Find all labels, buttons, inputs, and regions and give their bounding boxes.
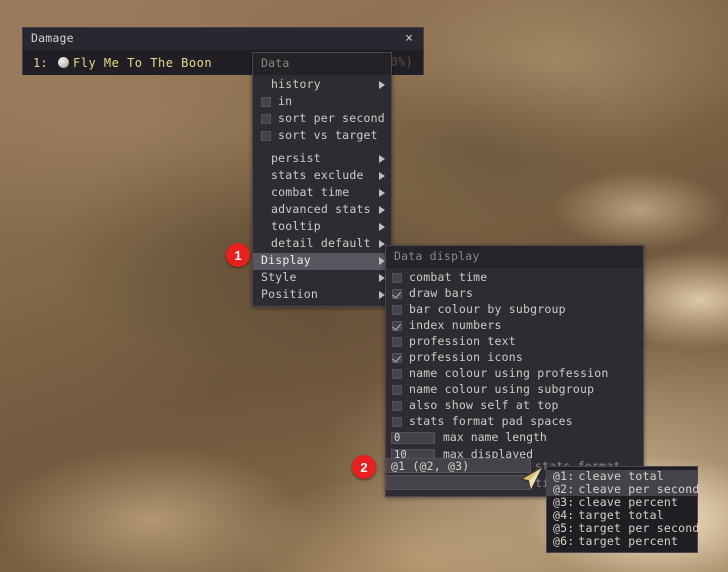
data-menu-body: history in sort per second sort vs targe… bbox=[253, 75, 391, 306]
menu-item-label: stats format pad spaces bbox=[409, 413, 573, 428]
menu-item-label: sort vs target bbox=[278, 128, 378, 143]
screen-root: Damage × 1: Fly Me To The Boon 0 (0/s, 0… bbox=[0, 0, 728, 572]
menu-item-display[interactable]: Display bbox=[253, 252, 391, 270]
menu-item-name-colour-using-profession[interactable]: name colour using profession bbox=[386, 366, 643, 382]
checkbox-in[interactable] bbox=[261, 97, 271, 107]
field-row-max-name-length[interactable]: 0 max name length bbox=[386, 430, 643, 447]
menu-item-combat-time[interactable]: combat time bbox=[253, 185, 391, 202]
checkbox-stats-format-pad-spaces[interactable] bbox=[392, 416, 402, 427]
menu-item-in[interactable]: in bbox=[253, 94, 391, 111]
row-index: 1: bbox=[33, 55, 48, 70]
menu-item-position[interactable]: Position bbox=[253, 287, 391, 304]
menu-item-label: combat time bbox=[271, 185, 350, 200]
chevron-right-icon bbox=[379, 189, 385, 197]
data-menu-header: Data bbox=[253, 53, 391, 75]
menu-item-label: persist bbox=[271, 151, 321, 166]
menu-item-label: name colour using subgroup bbox=[409, 381, 595, 396]
menu-item-draw-bars[interactable]: draw bars bbox=[386, 286, 643, 302]
menu-item-advanced-stats[interactable]: advanced stats bbox=[253, 202, 391, 219]
profession-icon bbox=[58, 57, 69, 68]
chevron-right-icon bbox=[379, 81, 385, 89]
menu-item-label: name colour using profession bbox=[409, 365, 609, 380]
menu-item-label: sort per second bbox=[278, 111, 385, 126]
menu-item-label: bar colour by subgroup bbox=[409, 301, 566, 316]
checkbox-also-show-self-at-top[interactable] bbox=[392, 400, 402, 411]
menu-item-label: stats exclude bbox=[271, 168, 364, 183]
menu-item-label: tooltip bbox=[271, 219, 321, 234]
checkbox-sort-per-second[interactable] bbox=[261, 114, 271, 124]
checkbox-name-colour-using-subgroup[interactable] bbox=[392, 384, 402, 395]
menu-item-label: also show self at top bbox=[409, 397, 559, 412]
menu-item-style[interactable]: Style bbox=[253, 270, 391, 287]
tooltip-key: @6: bbox=[553, 534, 575, 548]
menu-item-stats-format-pad-spaces[interactable]: stats format pad spaces bbox=[386, 414, 643, 430]
stats-format-tooltip: @1: cleave total @2: cleave per second @… bbox=[546, 466, 699, 553]
menu-item-stats-exclude[interactable]: stats exclude bbox=[253, 168, 391, 185]
player-name: Fly Me To The Boon bbox=[73, 55, 213, 70]
menu-item-profession-text[interactable]: profession text bbox=[386, 334, 643, 350]
menu-item-persist[interactable]: persist bbox=[253, 151, 391, 168]
menu-item-label: draw bars bbox=[409, 285, 474, 300]
menu-item-history[interactable]: history bbox=[253, 77, 391, 94]
menu-item-label: profession icons bbox=[409, 349, 523, 364]
data-context-menu[interactable]: Data history in sort per second sort vs … bbox=[252, 52, 392, 307]
menu-item-label: profession text bbox=[409, 333, 516, 348]
chevron-right-icon bbox=[379, 223, 385, 231]
damage-window-titlebar[interactable]: Damage × bbox=[23, 28, 423, 50]
stats-format-input[interactable]: @1 (@2, @3) bbox=[386, 458, 531, 473]
menu-item-label: advanced stats bbox=[271, 202, 371, 217]
menu-item-sort-vs-target[interactable]: sort vs target bbox=[253, 128, 391, 145]
display-menu-header: Data display bbox=[386, 246, 643, 268]
menu-item-label: Style bbox=[261, 270, 297, 285]
menu-item-combat-time[interactable]: combat time bbox=[386, 270, 643, 286]
field-label: max name length bbox=[443, 430, 547, 445]
menu-item-detail-default[interactable]: detail default bbox=[253, 236, 391, 253]
tooltip-text: target percent bbox=[578, 534, 679, 548]
menu-item-profession-icons[interactable]: profession icons bbox=[386, 350, 643, 366]
menu-item-label: detail default bbox=[271, 236, 371, 251]
menu-item-label: in bbox=[278, 94, 293, 109]
menu-item-label: index numbers bbox=[409, 317, 502, 332]
annotation-badge-1: 1 bbox=[226, 243, 250, 267]
chevron-right-icon bbox=[379, 206, 385, 214]
checkbox-profession-icons[interactable] bbox=[392, 352, 402, 363]
checkbox-profession-text[interactable] bbox=[392, 336, 402, 347]
checkbox-name-colour-using-profession[interactable] bbox=[392, 368, 402, 379]
chevron-right-icon bbox=[379, 172, 385, 180]
max-name-length-input[interactable]: 0 bbox=[391, 432, 435, 444]
checkbox-index-numbers[interactable] bbox=[392, 320, 402, 331]
chevron-right-icon bbox=[379, 155, 385, 163]
checkbox-combat-time[interactable] bbox=[392, 272, 402, 283]
annotation-badge-2: 2 bbox=[352, 455, 376, 479]
checkbox-draw-bars[interactable] bbox=[392, 288, 402, 299]
menu-item-label: Position bbox=[261, 287, 318, 302]
menu-item-sort-per-second[interactable]: sort per second bbox=[253, 111, 391, 128]
checkbox-sort-vs-target[interactable] bbox=[261, 131, 271, 141]
close-icon[interactable]: × bbox=[402, 32, 416, 46]
damage-window-title: Damage bbox=[31, 31, 74, 46]
menu-item-index-numbers[interactable]: index numbers bbox=[386, 318, 643, 334]
title-bar-format-input[interactable] bbox=[386, 475, 531, 490]
menu-item-label: history bbox=[271, 77, 321, 92]
menu-item-label: Display bbox=[261, 253, 311, 268]
menu-item-tooltip[interactable]: tooltip bbox=[253, 219, 391, 236]
menu-item-bar-colour-by-subgroup[interactable]: bar colour by subgroup bbox=[386, 302, 643, 318]
menu-item-label: combat time bbox=[409, 269, 488, 284]
menu-item-also-show-self-at-top[interactable]: also show self at top bbox=[386, 398, 643, 414]
menu-item-name-colour-using-subgroup[interactable]: name colour using subgroup bbox=[386, 382, 643, 398]
checkbox-bar-colour-by-subgroup[interactable] bbox=[392, 304, 402, 315]
tooltip-line: @6: target percent bbox=[547, 535, 697, 548]
